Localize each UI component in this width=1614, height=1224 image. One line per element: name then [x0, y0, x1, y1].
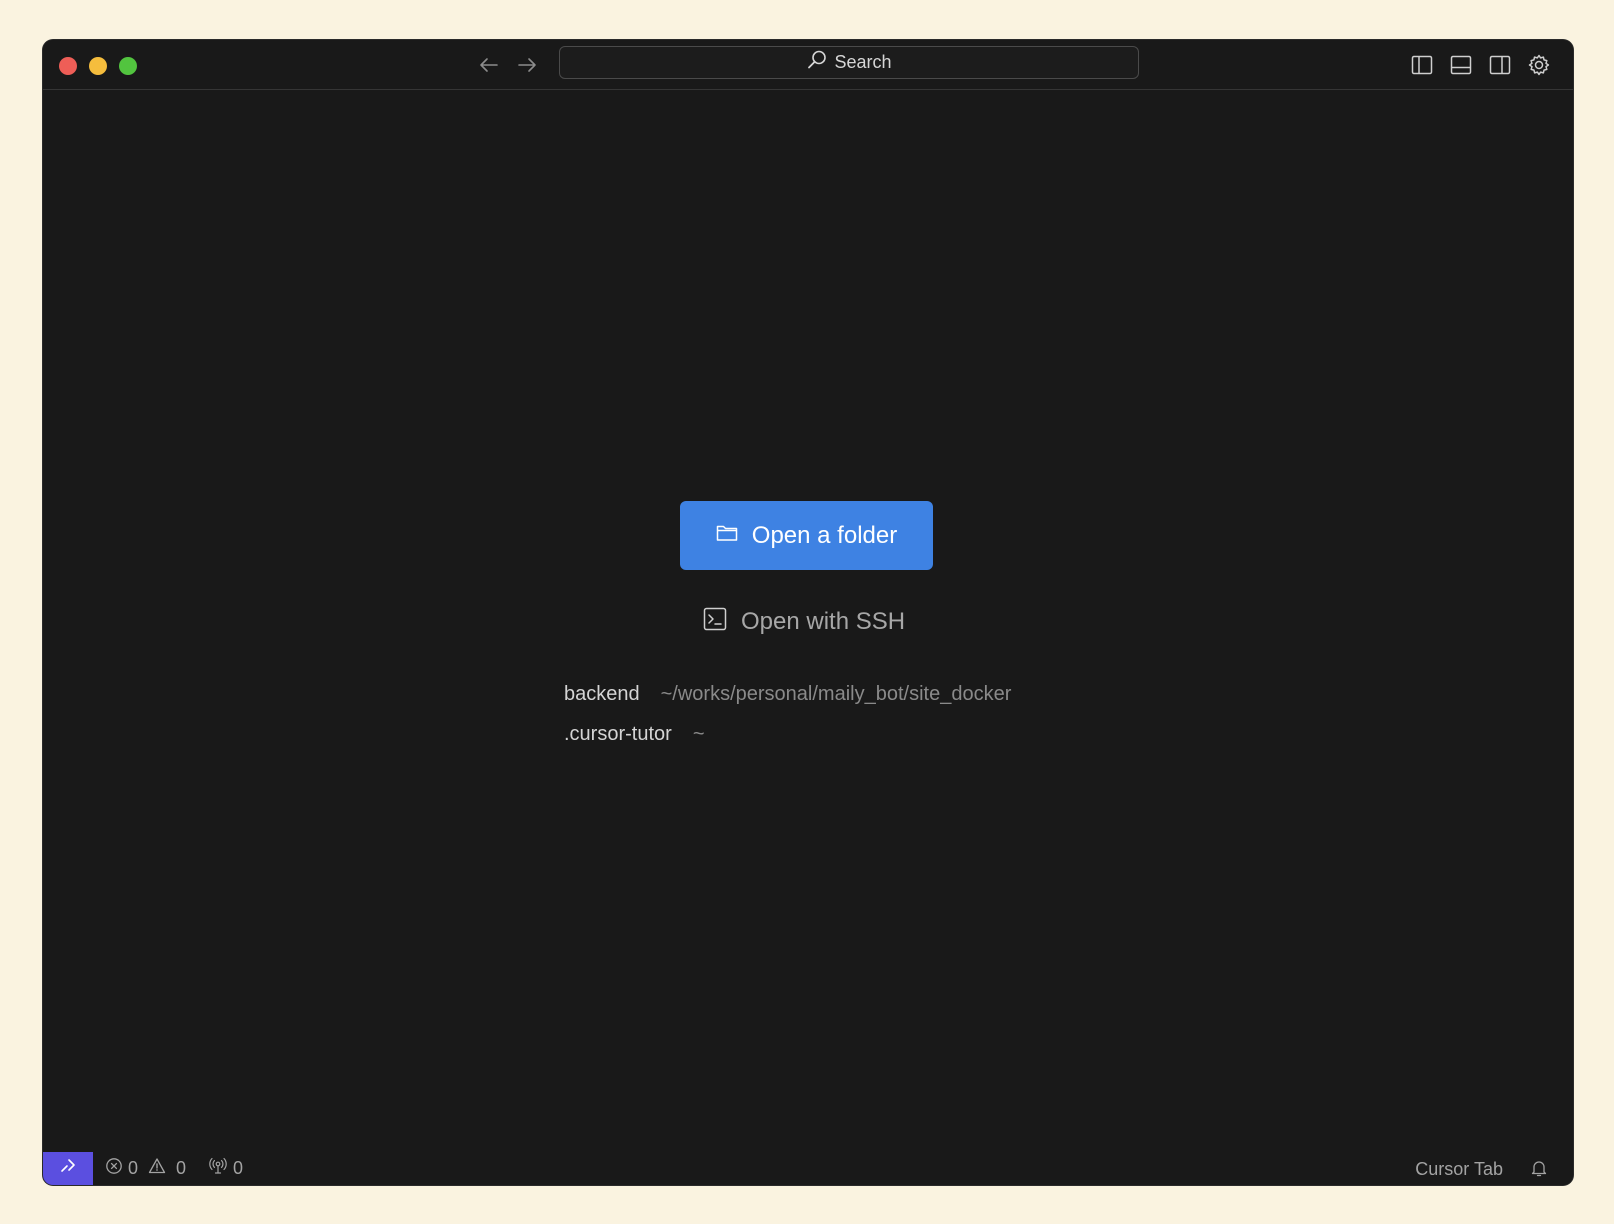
minimize-window-button[interactable] — [89, 57, 107, 75]
terminal-icon — [703, 607, 741, 638]
bell-icon[interactable] — [1529, 1158, 1549, 1183]
recent-project-path: ~/works/personal/maily_bot/site_docker — [660, 683, 1012, 705]
recent-project-name: backend — [564, 683, 640, 705]
recent-project-path: ~ — [692, 723, 705, 745]
back-arrow-icon[interactable] — [476, 52, 502, 78]
search-icon — [806, 49, 834, 76]
maximize-window-button[interactable] — [119, 57, 137, 75]
remote-icon — [58, 1156, 78, 1181]
open-ssh-button[interactable]: Open with SSH — [703, 602, 905, 642]
search-bar[interactable]: Search — [559, 46, 1139, 79]
title-bar: Search — [43, 40, 1573, 90]
open-ssh-label: Open with SSH — [741, 608, 906, 635]
recent-project-item[interactable]: backend ~/works/personal/maily_bot/site_… — [564, 683, 1011, 706]
editor-window: Search Open a folder Open with SSH backe… — [43, 40, 1573, 1185]
warning-icon — [148, 1157, 171, 1180]
ports-count: 0 — [233, 1158, 244, 1178]
toggle-secondary-sidebar-icon[interactable] — [1487, 52, 1513, 78]
close-window-button[interactable] — [59, 57, 77, 75]
warning-count: 0 — [176, 1158, 187, 1178]
settings-gear-icon[interactable] — [1526, 52, 1552, 78]
forward-arrow-icon[interactable] — [514, 52, 540, 78]
recent-project-name: .cursor-tutor — [564, 723, 672, 745]
folder-icon — [716, 522, 752, 550]
remote-indicator-button[interactable] — [43, 1152, 93, 1185]
recent-project-item[interactable]: .cursor-tutor ~ — [564, 723, 705, 746]
toggle-primary-sidebar-icon[interactable] — [1409, 52, 1435, 78]
toggle-panel-icon[interactable] — [1448, 52, 1474, 78]
open-folder-label: Open a folder — [751, 521, 898, 549]
search-label: Search — [834, 52, 892, 72]
problems-indicator[interactable]: 0 0 — [105, 1157, 186, 1180]
open-folder-button[interactable]: Open a folder — [680, 501, 933, 570]
error-icon — [105, 1157, 128, 1180]
error-count: 0 — [128, 1158, 139, 1178]
cursor-tab-status[interactable]: Cursor Tab — [1415, 1159, 1503, 1180]
status-bar: 0 0 0 Cursor Tab — [43, 1152, 1573, 1185]
ports-indicator[interactable]: 0 — [208, 1157, 243, 1180]
broadcast-icon — [208, 1157, 233, 1180]
